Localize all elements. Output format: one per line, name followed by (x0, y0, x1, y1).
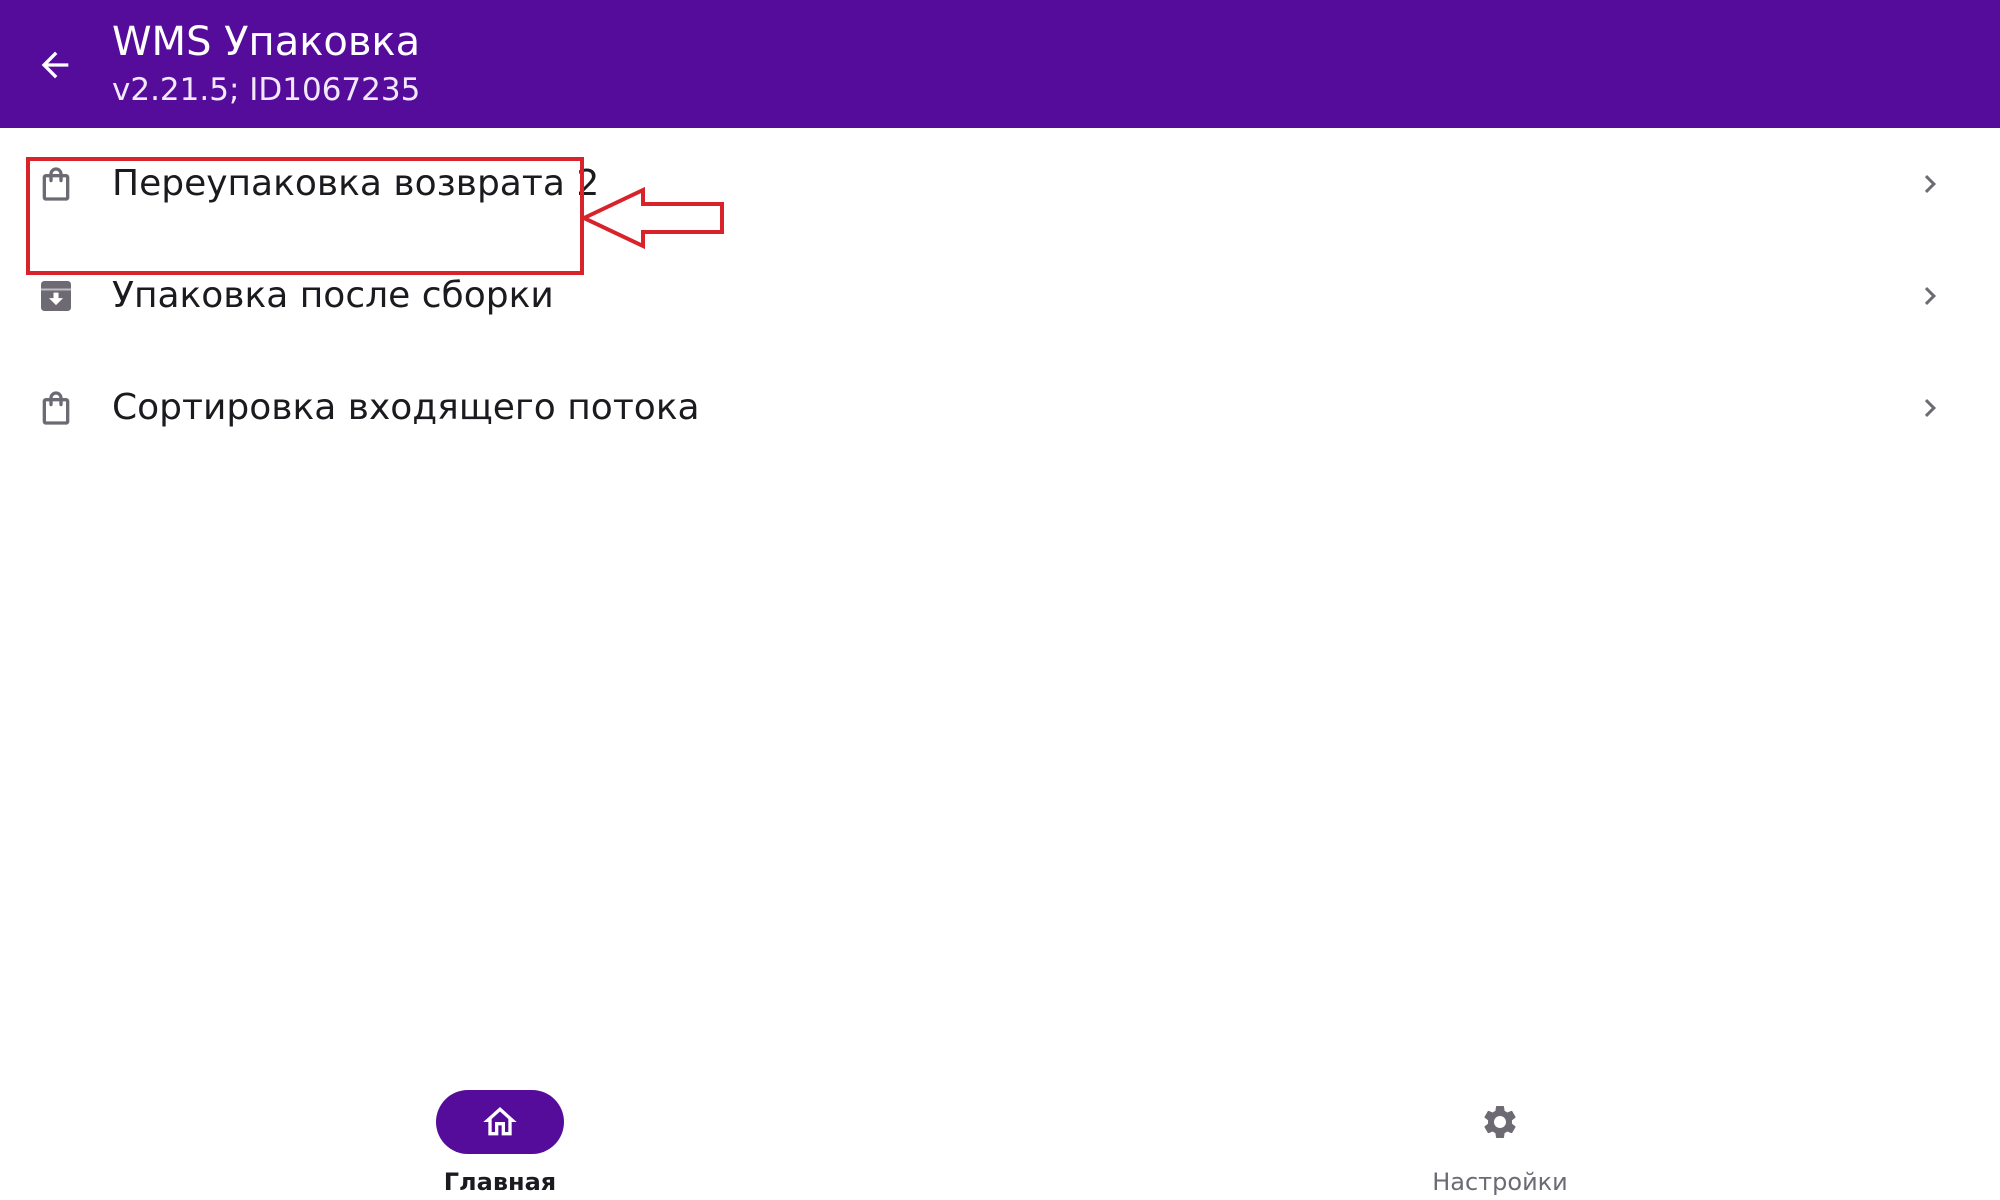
app-version-subtitle: v2.21.5; ID1067235 (112, 72, 421, 108)
nav-item-home[interactable]: Главная (400, 1064, 600, 1196)
arrow-back-icon (41, 51, 69, 79)
chevron-right-icon (1912, 166, 1948, 202)
archive-box-icon (36, 276, 76, 316)
menu-item-return-repacking[interactable]: Переупаковка возврата 2 (0, 128, 2000, 240)
bottom-navigation: Главная Настройки (0, 1040, 2000, 1200)
app-screen: WMS Упаковка v2.21.5; ID1067235 Переупак… (0, 0, 2000, 1200)
menu-item-packing-after-picking[interactable]: Упаковка после сборки (0, 240, 2000, 352)
nav-label-settings: Настройки (1432, 1168, 1568, 1196)
nav-item-settings[interactable]: Настройки (1400, 1064, 1600, 1196)
shopping-bag-icon (36, 164, 76, 204)
menu-item-inbound-sorting[interactable]: Сортировка входящего потока (0, 352, 2000, 464)
operations-menu: Переупаковка возврата 2 Упаковка после с… (0, 128, 2000, 464)
gear-icon (1480, 1102, 1520, 1142)
nav-label-home: Главная (443, 1168, 557, 1196)
chevron-right-icon (1912, 390, 1948, 426)
menu-item-label: Упаковка после сборки (112, 275, 554, 316)
top-app-bar: WMS Упаковка v2.21.5; ID1067235 (0, 0, 2000, 128)
menu-item-label: Переупаковка возврата 2 (112, 163, 600, 204)
shopping-bag-icon (36, 388, 76, 428)
chevron-right-icon (1912, 278, 1948, 314)
menu-item-label: Сортировка входящего потока (112, 387, 700, 428)
home-icon (483, 1107, 517, 1136)
back-button[interactable] (26, 36, 84, 94)
nav-active-indicator (436, 1090, 564, 1154)
app-title: WMS Упаковка (112, 19, 421, 65)
